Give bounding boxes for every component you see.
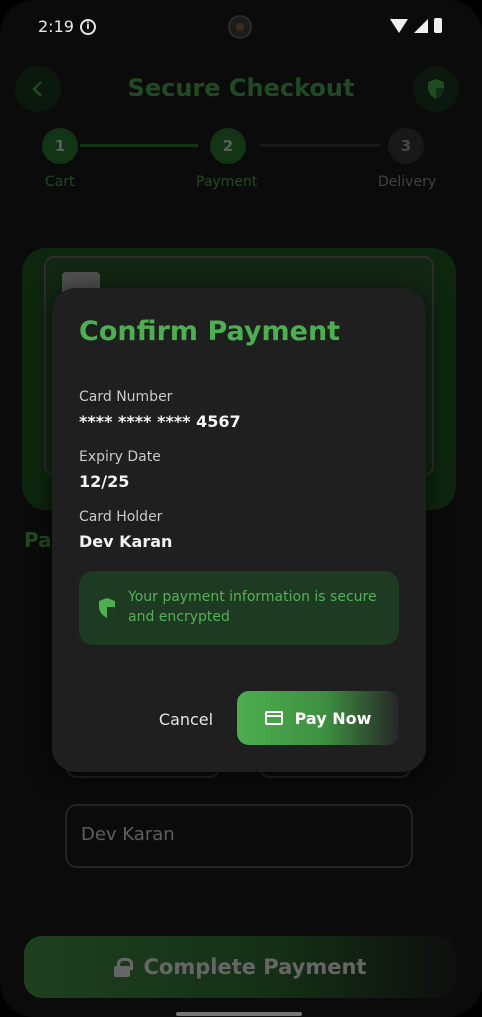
info-icon: i <box>79 18 96 35</box>
step-2-circle: 2 <box>210 128 246 164</box>
system-icons <box>390 18 442 33</box>
card-holder-value: Dev Karan <box>79 532 173 551</box>
payment-section-heading: Pa <box>24 528 52 552</box>
front-camera <box>228 15 252 39</box>
checkout-stepper: 1 2 3 Cart Payment Delivery <box>0 128 482 198</box>
wifi-icon <box>390 18 408 33</box>
pay-now-label: Pay Now <box>294 708 372 728</box>
expiry-date-label: Expiry Date <box>79 449 161 465</box>
signal-icon <box>414 18 428 33</box>
card-number-label: Card Number <box>79 389 173 405</box>
page-title: Secure Checkout <box>127 74 355 102</box>
card-holder-label: Card Holder <box>79 509 163 525</box>
complete-payment-label: Complete Payment <box>143 955 367 979</box>
step-3-label: Delivery <box>378 174 437 190</box>
security-notice-text: Your payment information is secure and e… <box>128 589 377 625</box>
pay-now-button[interactable]: Pay Now <box>237 691 399 745</box>
phone-screen: 2:19 i Secure Checkout 1 2 3 Cart Paymen… <box>0 0 482 1017</box>
confirm-payment-dialog: Confirm Payment Card Number **** **** **… <box>52 288 426 772</box>
step-3-circle: 3 <box>388 128 424 164</box>
time-text: 2:19 <box>38 17 74 36</box>
step-1-circle: 1 <box>42 128 78 164</box>
cancel-button[interactable]: Cancel <box>152 692 220 746</box>
status-bar: 2:19 i <box>0 0 482 56</box>
complete-payment-button[interactable]: Complete Payment <box>24 936 456 998</box>
cardholder-input-value: Dev Karan <box>81 824 175 845</box>
card-number-value: **** **** **** 4567 <box>79 412 241 431</box>
dialog-title: Confirm Payment <box>79 316 341 347</box>
lock-icon <box>113 958 133 977</box>
status-time: 2:19 i <box>38 17 96 36</box>
step-connector-2 <box>260 144 380 147</box>
shield-icon <box>99 598 115 618</box>
shield-icon <box>428 79 444 99</box>
battery-icon <box>434 18 442 33</box>
credit-card-icon <box>264 711 283 725</box>
step-connector-1 <box>80 144 198 147</box>
expiry-date-value: 12/25 <box>79 472 130 491</box>
security-button[interactable] <box>413 66 459 112</box>
security-notice: Your payment information is secure and e… <box>79 571 399 645</box>
app-bar: Secure Checkout <box>0 56 482 120</box>
step-2-label: Payment <box>196 174 258 190</box>
cardholder-input[interactable]: Dev Karan <box>65 804 413 868</box>
step-1-label: Cart <box>45 174 75 190</box>
home-indicator[interactable] <box>176 1012 302 1016</box>
